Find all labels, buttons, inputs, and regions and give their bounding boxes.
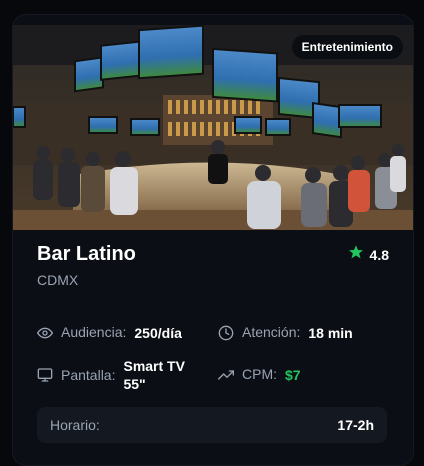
hours-value: 17-2h [337, 417, 374, 433]
audience-value: 250/día [134, 325, 182, 341]
venue-name: Bar Latino [37, 243, 136, 265]
screen-label: Pantalla: [61, 367, 116, 383]
venue-location: CDMX [37, 272, 79, 288]
cpm-value: $7 [285, 367, 301, 383]
venue-rating: 4.8 [348, 244, 389, 265]
stat-screen: Pantalla: Smart TV 55" [37, 357, 203, 393]
eye-icon [37, 325, 53, 341]
attention-value: 18 min [308, 325, 353, 341]
trending-up-icon [218, 367, 234, 383]
venue-card[interactable]: Entretenimiento Bar Latino CDMX 4.8 Audi… [12, 14, 414, 466]
stat-attention: Atención: 18 min [218, 324, 353, 342]
screen-value: Smart TV 55" [123, 358, 185, 392]
attention-label: Atención: [242, 324, 301, 340]
hours-row: Horario: 17-2h [37, 407, 387, 443]
stat-cpm: CPM: $7 [218, 366, 301, 384]
clock-icon [218, 325, 234, 341]
star-icon [348, 244, 364, 265]
cpm-label: CPM: [242, 366, 277, 382]
venue-photo: Entretenimiento [13, 25, 413, 230]
stat-audience: Audiencia: 250/día [37, 324, 182, 342]
hours-label: Horario: [50, 417, 100, 433]
audience-label: Audiencia: [61, 324, 127, 340]
rating-value: 4.8 [369, 246, 389, 263]
monitor-icon [37, 367, 53, 383]
category-badge: Entretenimiento [291, 35, 403, 59]
